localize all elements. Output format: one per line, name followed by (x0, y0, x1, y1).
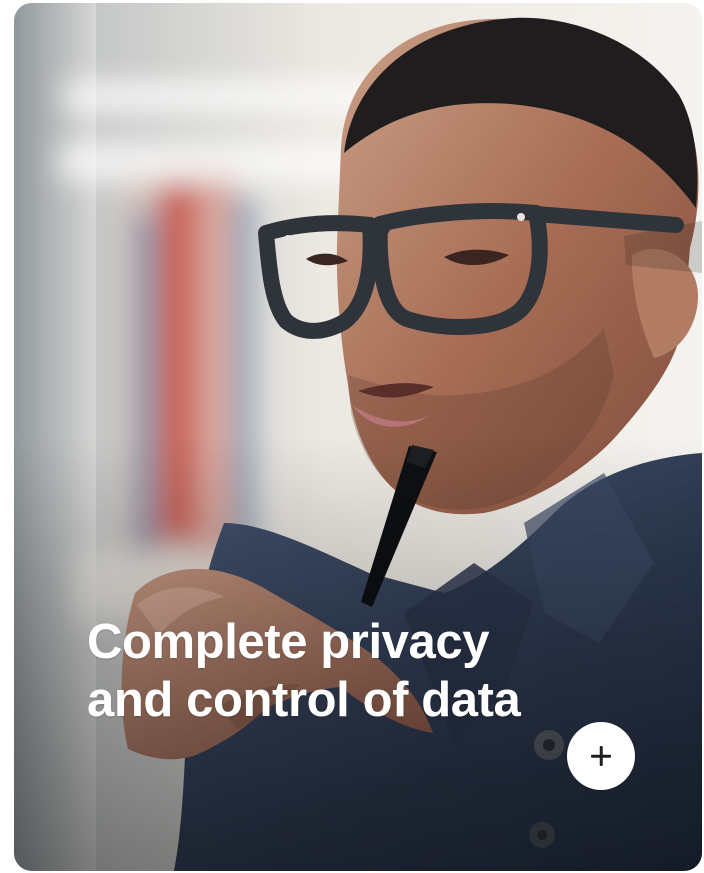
plus-icon (590, 745, 612, 767)
page: Complete privacy and control of data (0, 0, 704, 873)
privacy-card: Complete privacy and control of data (14, 3, 702, 871)
expand-button[interactable] (567, 722, 635, 790)
card-title: Complete privacy and control of data (87, 615, 521, 727)
